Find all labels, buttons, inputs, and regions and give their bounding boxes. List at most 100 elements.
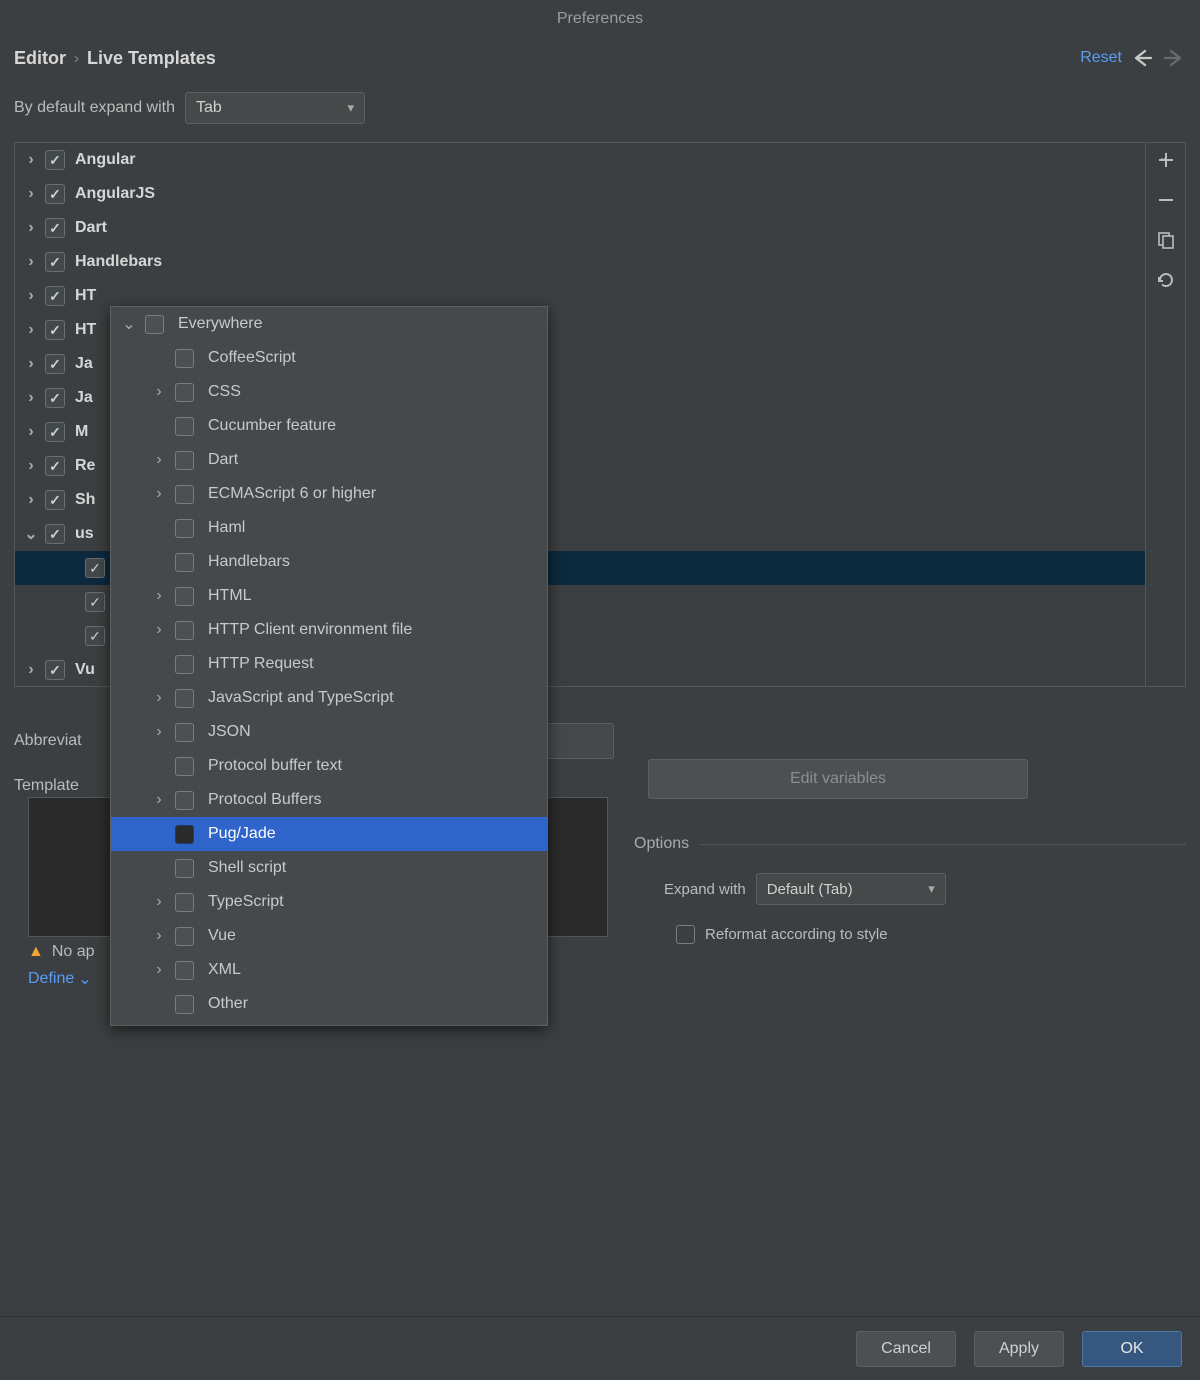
chevron-down-icon[interactable]: ⌄: [119, 314, 139, 334]
context-checkbox[interactable]: [175, 893, 194, 912]
chevron-right-icon[interactable]: ›: [149, 485, 169, 503]
chevron-right-icon[interactable]: ›: [149, 723, 169, 741]
tree-checkbox[interactable]: [45, 320, 65, 340]
tree-checkbox[interactable]: [45, 150, 65, 170]
chevron-right-icon[interactable]: ›: [21, 321, 41, 339]
tree-group[interactable]: ›Handlebars: [15, 245, 1145, 279]
chevron-right-icon[interactable]: ›: [149, 961, 169, 979]
cancel-button[interactable]: Cancel: [856, 1331, 956, 1367]
chevron-right-icon[interactable]: ›: [149, 383, 169, 401]
context-checkbox[interactable]: [175, 485, 194, 504]
context-checkbox[interactable]: [175, 995, 194, 1014]
tree-checkbox[interactable]: [45, 660, 65, 680]
chevron-right-icon[interactable]: ›: [21, 151, 41, 169]
context-checkbox[interactable]: [175, 961, 194, 980]
apply-button[interactable]: Apply: [974, 1331, 1064, 1367]
context-checkbox[interactable]: [175, 791, 194, 810]
context-root[interactable]: ⌄Everywhere: [111, 307, 547, 341]
context-checkbox[interactable]: [175, 587, 194, 606]
tree-checkbox[interactable]: [45, 456, 65, 476]
context-checkbox[interactable]: [175, 451, 194, 470]
chevron-right-icon[interactable]: ›: [21, 253, 41, 271]
context-item[interactable]: ›Haml: [111, 511, 547, 545]
chevron-right-icon[interactable]: ›: [21, 219, 41, 237]
reformat-option[interactable]: Reformat according to style: [634, 925, 1186, 944]
context-checkbox[interactable]: [175, 519, 194, 538]
tree-checkbox[interactable]: [85, 592, 105, 612]
chevron-down-icon[interactable]: ⌄: [21, 524, 41, 544]
tree-checkbox[interactable]: [45, 524, 65, 544]
context-checkbox[interactable]: [175, 383, 194, 402]
tree-checkbox[interactable]: [45, 388, 65, 408]
tree-checkbox[interactable]: [45, 286, 65, 306]
default-expand-select[interactable]: Tab: [185, 92, 365, 124]
tree-checkbox[interactable]: [45, 184, 65, 204]
tree-checkbox[interactable]: [85, 558, 105, 578]
context-item[interactable]: ›Shell script: [111, 851, 547, 885]
context-item[interactable]: ›HTTP Request: [111, 647, 547, 681]
chevron-right-icon[interactable]: ›: [21, 287, 41, 305]
context-item[interactable]: ›HTTP Client environment file: [111, 613, 547, 647]
chevron-right-icon[interactable]: ›: [149, 621, 169, 639]
context-item[interactable]: ›Protocol Buffers: [111, 783, 547, 817]
context-checkbox[interactable]: [175, 723, 194, 742]
context-checkbox[interactable]: [175, 757, 194, 776]
context-item[interactable]: ›TypeScript: [111, 885, 547, 919]
ok-button[interactable]: OK: [1082, 1331, 1182, 1367]
context-item[interactable]: ›Vue: [111, 919, 547, 953]
reformat-checkbox[interactable]: [676, 925, 695, 944]
context-item[interactable]: ›Handlebars: [111, 545, 547, 579]
tree-checkbox[interactable]: [45, 218, 65, 238]
edit-variables-button[interactable]: Edit variables: [648, 759, 1028, 799]
context-item[interactable]: ›CSS: [111, 375, 547, 409]
context-item[interactable]: ›Protocol buffer text: [111, 749, 547, 783]
tree-checkbox[interactable]: [45, 490, 65, 510]
tree-group[interactable]: ›Angular: [15, 143, 1145, 177]
context-checkbox[interactable]: [175, 621, 194, 640]
context-item[interactable]: ›Cucumber feature: [111, 409, 547, 443]
chevron-right-icon[interactable]: ›: [21, 661, 41, 679]
context-checkbox[interactable]: [175, 927, 194, 946]
tree-group[interactable]: ›AngularJS: [15, 177, 1145, 211]
context-item[interactable]: ›Other: [111, 987, 547, 1021]
chevron-right-icon[interactable]: ›: [149, 587, 169, 605]
context-popup[interactable]: ⌄Everywhere›CoffeeScript›CSS›Cucumber fe…: [110, 306, 548, 1026]
chevron-right-icon[interactable]: ›: [21, 389, 41, 407]
context-item[interactable]: ›XML: [111, 953, 547, 987]
chevron-right-icon[interactable]: ›: [21, 491, 41, 509]
context-checkbox[interactable]: [175, 655, 194, 674]
reset-link[interactable]: Reset: [1080, 49, 1122, 67]
chevron-right-icon[interactable]: ›: [149, 451, 169, 469]
tree-checkbox[interactable]: [45, 354, 65, 374]
copy-icon[interactable]: [1155, 229, 1177, 251]
tree-checkbox[interactable]: [45, 252, 65, 272]
context-item[interactable]: ›Dart: [111, 443, 547, 477]
context-checkbox[interactable]: [175, 349, 194, 368]
breadcrumb-root[interactable]: Editor: [14, 48, 66, 69]
context-item[interactable]: ›HTML: [111, 579, 547, 613]
context-checkbox[interactable]: [175, 553, 194, 572]
chevron-right-icon[interactable]: ›: [149, 689, 169, 707]
context-checkbox[interactable]: [145, 315, 164, 334]
context-checkbox[interactable]: [175, 825, 194, 844]
tree-checkbox[interactable]: [45, 422, 65, 442]
context-checkbox[interactable]: [175, 859, 194, 878]
context-checkbox[interactable]: [175, 689, 194, 708]
context-item[interactable]: ›Pug/Jade: [111, 817, 547, 851]
chevron-right-icon[interactable]: ›: [149, 791, 169, 809]
context-checkbox[interactable]: [175, 417, 194, 436]
remove-icon[interactable]: [1155, 189, 1177, 211]
chevron-right-icon[interactable]: ›: [21, 355, 41, 373]
chevron-right-icon[interactable]: ›: [149, 893, 169, 911]
chevron-right-icon[interactable]: ›: [149, 927, 169, 945]
chevron-right-icon[interactable]: ›: [21, 185, 41, 203]
context-item[interactable]: ›JSON: [111, 715, 547, 749]
add-icon[interactable]: [1155, 149, 1177, 171]
revert-icon[interactable]: [1155, 269, 1177, 291]
define-context-link[interactable]: Define ⌄: [28, 969, 92, 989]
chevron-right-icon[interactable]: ›: [21, 423, 41, 441]
tree-group[interactable]: ›Dart: [15, 211, 1145, 245]
options-expand-select[interactable]: Default (Tab): [756, 873, 946, 905]
back-arrow-icon[interactable]: [1130, 46, 1154, 70]
context-item[interactable]: ›JavaScript and TypeScript: [111, 681, 547, 715]
